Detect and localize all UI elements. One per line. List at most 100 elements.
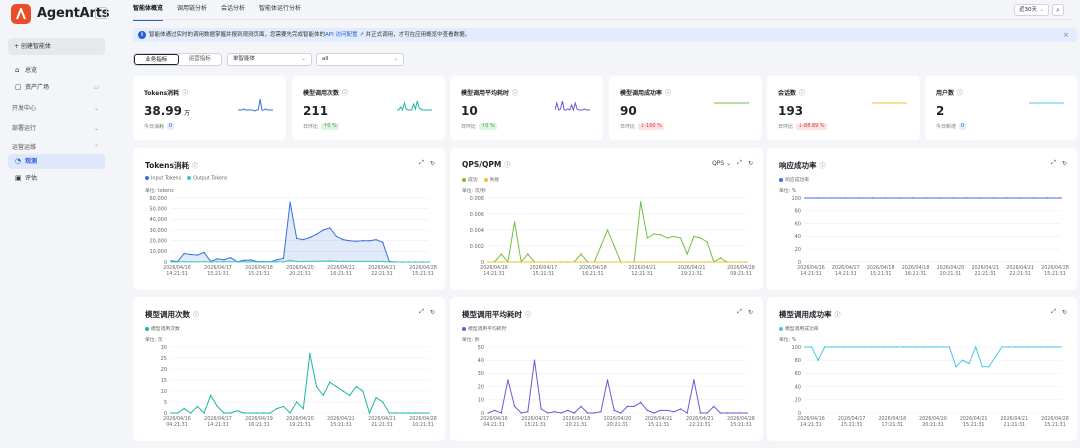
- data-point: [493, 409, 496, 412]
- data-point: [176, 412, 179, 414]
- data-point: [533, 359, 536, 361]
- data-point: [626, 261, 629, 263]
- close-icon[interactable]: ×: [1063, 28, 1069, 42]
- x-tick-label: 2026/04/21: [1006, 265, 1034, 271]
- x-tick-label: 2026/04/18: [902, 265, 930, 271]
- data-point: [1046, 197, 1049, 199]
- data-point: [699, 237, 702, 239]
- x-tick-label: 12:21:31: [631, 271, 653, 277]
- chevron-up-icon: ⌃: [93, 144, 99, 151]
- segment-operations[interactable]: 运营指标: [179, 54, 222, 65]
- data-point: [348, 394, 351, 397]
- chart-plot: 30 25 20 15 10 5 02026/04/1604:21:31 2026/04/17…: [161, 345, 437, 428]
- data-point: [952, 197, 954, 199]
- sparkline: [1029, 102, 1064, 104]
- data-point: [606, 229, 609, 231]
- data-point: [706, 261, 708, 263]
- create-agent-button[interactable]: + 创建智能体: [8, 38, 105, 55]
- agent-mode-select[interactable]: 单智能体 ⌄: [227, 53, 312, 66]
- change-badge: 0: [167, 123, 175, 130]
- data-point: [593, 412, 595, 414]
- sidebar-item-assets[interactable]: ▢ 资产广场 ▭: [8, 80, 105, 95]
- y-tick-label: 50: [478, 345, 484, 351]
- data-point: [262, 412, 265, 414]
- sidebar-section-dev[interactable]: 开发中心 ⌄: [8, 101, 105, 116]
- help-icon[interactable]: ⓘ: [957, 90, 963, 97]
- y-tick-label: 0: [481, 260, 484, 266]
- data-point: [296, 260, 298, 263]
- data-point: [513, 405, 516, 408]
- data-point: [342, 238, 344, 241]
- help-icon[interactable]: ⓘ: [512, 90, 518, 97]
- data-point: [992, 197, 995, 199]
- data-point: [428, 261, 430, 263]
- x-tick-label: 14:21:31: [835, 271, 857, 277]
- x-tick-label: 2026/04/28: [727, 265, 755, 271]
- x-tick-label: 2026/04/17: [204, 416, 232, 422]
- scope-select[interactable]: all ⌄: [316, 53, 404, 66]
- data-point: [719, 412, 722, 414]
- data-point: [979, 197, 981, 199]
- chevron-down-icon: ⌄: [93, 105, 99, 112]
- chart-plot: 60,00050,00040,00030,00020,00010,0000202…: [150, 196, 437, 277]
- data-point: [335, 385, 338, 388]
- x-tick-label: 14:21:31: [483, 271, 505, 277]
- data-point: [713, 405, 715, 408]
- tab-agent-overview[interactable]: 智能体概览: [133, 0, 164, 21]
- sidebar-section-ops[interactable]: 运营运维 ⌃: [8, 140, 105, 155]
- data-point: [210, 261, 212, 263]
- x-tick-label: 16:21:31: [330, 271, 352, 277]
- sidebar-item-overview[interactable]: ⌂ 总览: [8, 63, 105, 78]
- x-tick-label: 2026/04/18: [579, 265, 607, 271]
- x-tick-label: 15:21:31: [730, 422, 752, 428]
- help-icon[interactable]: ⓘ: [342, 90, 348, 97]
- data-point: [223, 412, 225, 414]
- data-point: [560, 261, 562, 263]
- x-tick-label: 16:21:31: [905, 271, 927, 277]
- segment-business[interactable]: 业务指标: [134, 54, 179, 65]
- data-point: [660, 409, 662, 412]
- help-icon[interactable]: ⓘ: [182, 90, 188, 97]
- help-icon[interactable]: ⓘ: [799, 90, 805, 97]
- data-point: [746, 412, 748, 414]
- data-point: [804, 197, 806, 199]
- data-point: [837, 346, 839, 348]
- sidebar-section-deploy[interactable]: 部署运行 ⌄: [8, 121, 105, 136]
- data-point: [1027, 346, 1029, 348]
- sparkline-series: [555, 100, 590, 112]
- data-point: [547, 261, 549, 263]
- data-point: [719, 261, 722, 263]
- x-tick-label: 15:21:31: [1044, 422, 1066, 428]
- tab-agent-runtime[interactable]: 智能体运行分析: [259, 0, 301, 20]
- search-icon[interactable]: ⌕: [1052, 4, 1064, 16]
- x-tick-label: 2026/04/16: [163, 416, 191, 422]
- x-tick-label: 2026/04/20: [937, 265, 965, 271]
- data-point: [666, 409, 668, 412]
- data-point: [896, 346, 898, 348]
- sidebar-item-evaluate[interactable]: ▣ 评估: [8, 171, 105, 186]
- tab-session-analysis[interactable]: 会话分析: [221, 0, 245, 20]
- data-point: [640, 261, 642, 263]
- help-icon[interactable]: ⓘ: [665, 90, 671, 97]
- tab-trace-analysis[interactable]: 调用链分析: [177, 0, 207, 20]
- data-point: [679, 237, 682, 239]
- data-point: [646, 237, 649, 239]
- data-point: [626, 405, 629, 408]
- time-range-select[interactable]: 近30天 ⌄: [1014, 4, 1049, 16]
- data-point: [1053, 346, 1056, 348]
- x-tick-label: 2026/04/16: [797, 416, 825, 422]
- sidebar-item-observe[interactable]: ◔ 观测: [8, 154, 105, 169]
- info-icon: i: [138, 31, 146, 39]
- main-content: 智能体概览 调用链分析 会话分析 智能体运行分析 近30天 ⌄ ⌕ i 智能体通过…: [115, 0, 1080, 448]
- y-tick-label: 20: [478, 384, 484, 390]
- data-point: [850, 346, 852, 348]
- api-config-link[interactable]: API 访问配置: [325, 32, 357, 38]
- y-tick-label: 30: [161, 345, 167, 351]
- data-point: [540, 261, 542, 263]
- data-point: [876, 346, 878, 348]
- collapse-sidebar-icon[interactable]: [95, 7, 107, 19]
- data-point: [706, 241, 708, 243]
- data-point: [368, 412, 371, 414]
- y-tick-label: 60: [795, 371, 801, 377]
- y-tick-label: 60,000: [150, 196, 168, 202]
